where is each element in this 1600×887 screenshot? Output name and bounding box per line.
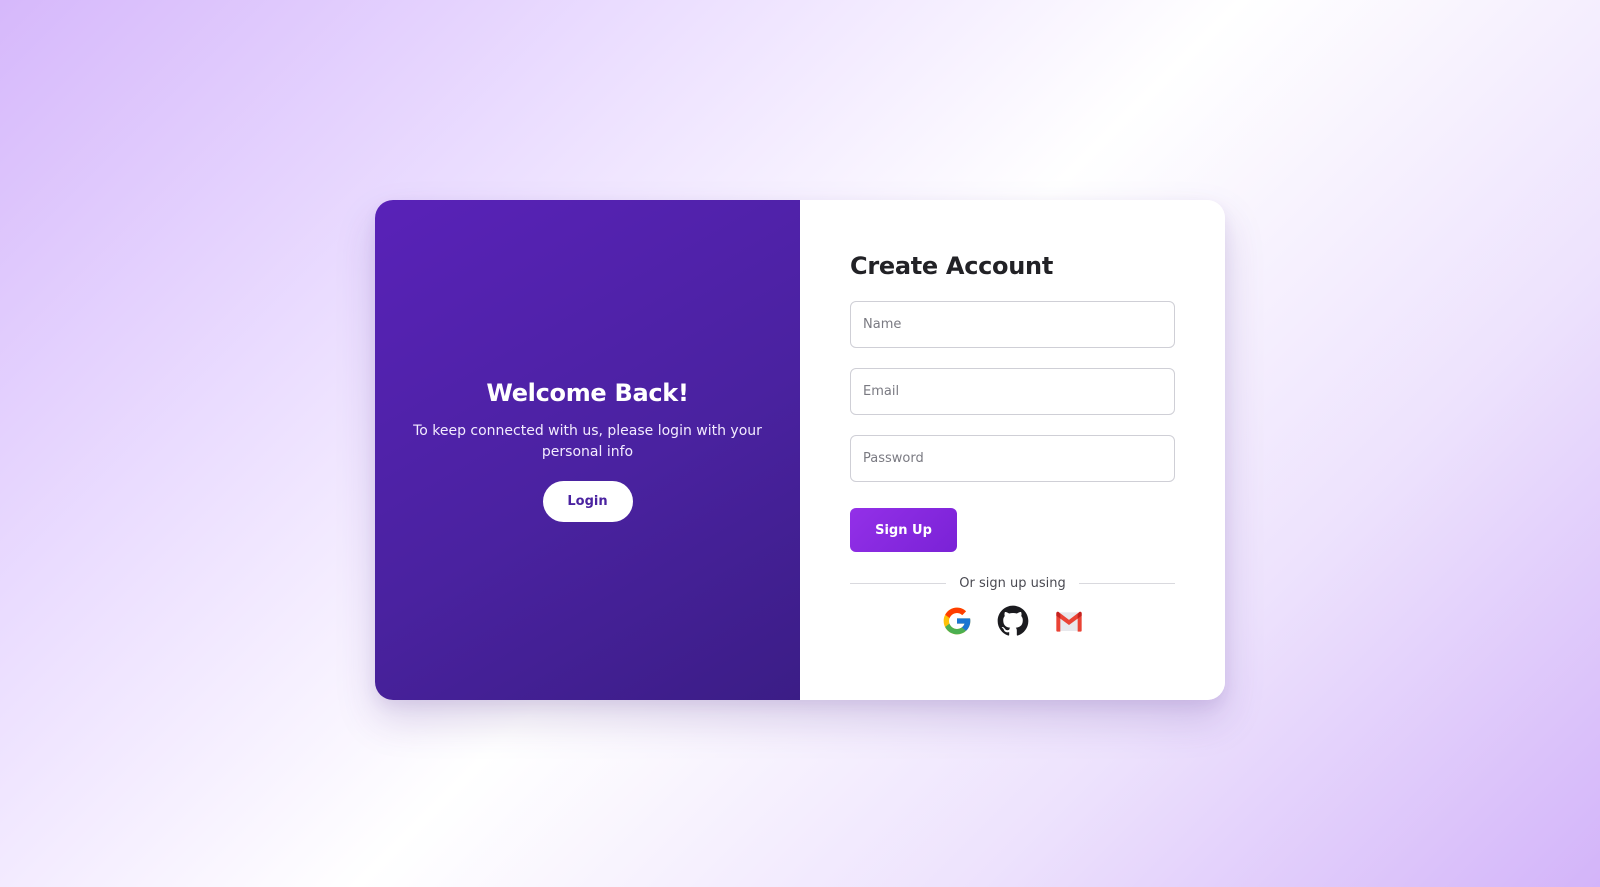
name-field[interactable] — [850, 301, 1175, 348]
password-field[interactable] — [850, 435, 1175, 482]
social-divider: Or sign up using — [850, 576, 1175, 591]
divider-line-left — [850, 583, 947, 584]
welcome-panel: Welcome Back! To keep connected with us,… — [375, 200, 800, 700]
signup-panel: Create Account Sign Up Or sign up using — [800, 200, 1225, 700]
login-button[interactable]: Login — [542, 480, 633, 522]
gmail-icon[interactable] — [1053, 605, 1085, 637]
welcome-text: To keep connected with us, please login … — [413, 422, 762, 460]
form-title: Create Account — [850, 252, 1053, 280]
welcome-title: Welcome Back! — [486, 378, 689, 407]
social-login-row — [850, 605, 1175, 637]
divider-text: Or sign up using — [959, 576, 1066, 591]
email-field[interactable] — [850, 368, 1175, 415]
divider-line-right — [1078, 583, 1175, 584]
github-icon[interactable] — [997, 605, 1029, 637]
google-icon[interactable] — [941, 605, 973, 637]
signup-button[interactable]: Sign Up — [850, 508, 957, 552]
auth-card: Welcome Back! To keep connected with us,… — [375, 200, 1225, 700]
